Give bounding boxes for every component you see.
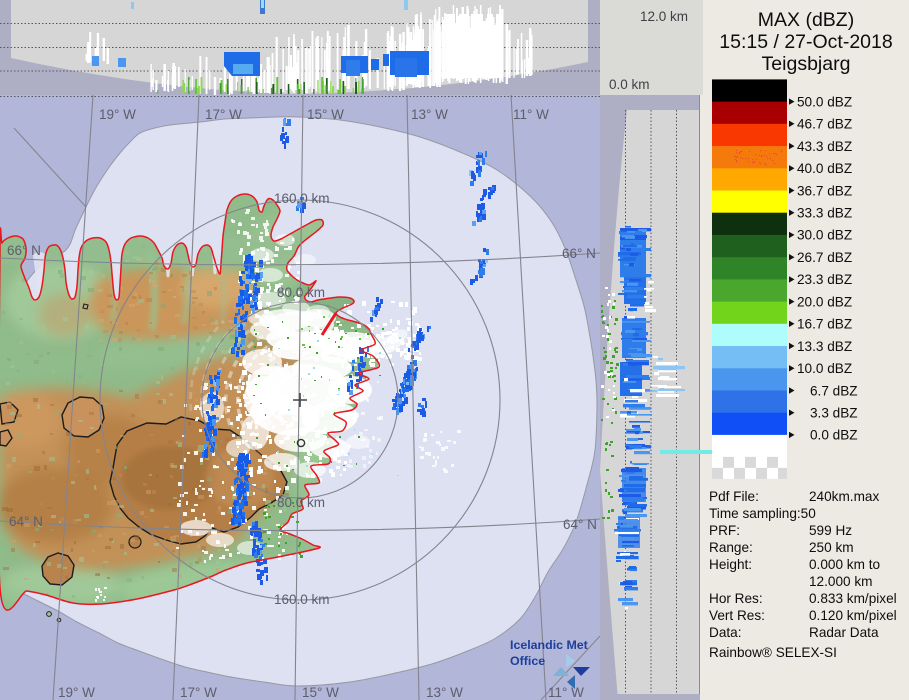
svg-text:23.3 dBZ: 23.3 dBZ — [797, 272, 852, 287]
svg-text:50.0 dBZ: 50.0 dBZ — [797, 94, 852, 109]
svg-text:66° N: 66° N — [562, 246, 596, 261]
svg-text:Radar Data: Radar Data — [809, 625, 879, 640]
svg-text:Height:: Height: — [709, 557, 752, 572]
svg-text:Vert Res:: Vert Res: — [709, 608, 765, 623]
svg-text:Rainbow® SELEX-SI: Rainbow® SELEX-SI — [709, 645, 837, 660]
svg-text:16.7 dBZ: 16.7 dBZ — [797, 317, 852, 332]
svg-text:MAX (dBZ): MAX (dBZ) — [758, 9, 854, 31]
svg-text:15° W: 15° W — [307, 107, 344, 122]
svg-text:0.0 km: 0.0 km — [609, 77, 650, 92]
svg-text:19° W: 19° W — [58, 685, 95, 700]
svg-text:17° W: 17° W — [180, 685, 217, 700]
svg-text:64° N: 64° N — [9, 514, 43, 529]
svg-text:15° W: 15° W — [302, 685, 339, 700]
svg-text:3.3 dBZ: 3.3 dBZ — [810, 406, 858, 421]
svg-text:33.3 dBZ: 33.3 dBZ — [797, 206, 852, 221]
svg-text:0.0 dBZ: 0.0 dBZ — [810, 428, 858, 443]
svg-text:13.3 dBZ: 13.3 dBZ — [797, 339, 852, 354]
svg-text:6.7 dBZ: 6.7 dBZ — [810, 383, 858, 398]
svg-text:40.0 dBZ: 40.0 dBZ — [797, 161, 852, 176]
svg-text:80.0 km: 80.0 km — [277, 285, 325, 300]
svg-text:0.120 km/pixel: 0.120 km/pixel — [809, 608, 897, 623]
svg-text:10.0 dBZ: 10.0 dBZ — [797, 361, 852, 376]
svg-text:599 Hz: 599 Hz — [809, 523, 852, 538]
svg-text:240km.max: 240km.max — [809, 489, 879, 504]
svg-text:Teigsbjarg: Teigsbjarg — [762, 53, 851, 75]
svg-text:11° W: 11° W — [548, 685, 584, 700]
svg-text:Range:: Range: — [709, 540, 753, 555]
svg-text:Pdf File:: Pdf File: — [709, 489, 759, 504]
svg-text:250 km: 250 km — [809, 540, 854, 555]
svg-text:Office: Office — [510, 654, 545, 668]
svg-text:11° W: 11° W — [513, 107, 549, 122]
svg-text:160.0 km: 160.0 km — [274, 592, 330, 607]
svg-text:13° W: 13° W — [426, 685, 463, 700]
svg-text:17° W: 17° W — [205, 107, 242, 122]
svg-text:19° W: 19° W — [99, 107, 136, 122]
svg-text:36.7 dBZ: 36.7 dBZ — [797, 183, 852, 198]
svg-text:30.0 dBZ: 30.0 dBZ — [797, 228, 852, 243]
svg-text:20.0 dBZ: 20.0 dBZ — [797, 294, 852, 309]
svg-text:15:15 / 27-Oct-2018: 15:15 / 27-Oct-2018 — [719, 31, 892, 53]
svg-text:Data:: Data: — [709, 625, 742, 640]
svg-text:64° N: 64° N — [563, 517, 597, 532]
svg-text:13° W: 13° W — [411, 107, 448, 122]
svg-text:66° N: 66° N — [7, 243, 41, 258]
svg-text:12.0 km: 12.0 km — [640, 9, 688, 24]
svg-text:Time sampling:50: Time sampling:50 — [709, 506, 816, 521]
svg-text:160.0 km: 160.0 km — [274, 191, 330, 206]
svg-text:0.833 km/pixel: 0.833 km/pixel — [809, 591, 897, 606]
svg-text:0.000 km to: 0.000 km to — [809, 557, 880, 572]
svg-text:80.0 km: 80.0 km — [277, 495, 325, 510]
svg-text:Hor Res:: Hor Res: — [709, 591, 763, 606]
svg-text:43.3 dBZ: 43.3 dBZ — [797, 139, 852, 154]
svg-text:46.7 dBZ: 46.7 dBZ — [797, 117, 852, 132]
svg-text:Icelandic Met: Icelandic Met — [510, 638, 588, 652]
svg-text:12.000 km: 12.000 km — [809, 574, 872, 589]
svg-text:26.7 dBZ: 26.7 dBZ — [797, 250, 852, 265]
svg-text:PRF:: PRF: — [709, 523, 740, 538]
